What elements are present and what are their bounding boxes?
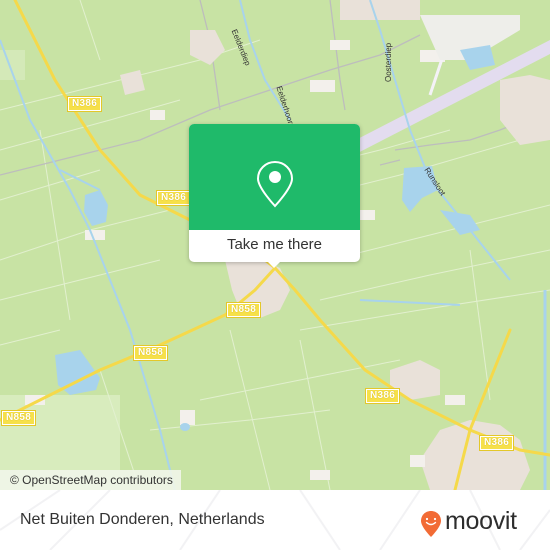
moovit-pin-icon [421, 511, 441, 537]
map-pin-icon [256, 160, 294, 208]
road-label-n858: N858 [225, 302, 262, 318]
moovit-logo[interactable]: moovit [420, 507, 535, 537]
road-label-n386: N386 [155, 190, 192, 206]
road-label-n858: N858 [0, 410, 37, 426]
road-label-n386: N386 [66, 96, 103, 112]
popup-pointer [266, 260, 282, 268]
popup-header [189, 124, 360, 230]
moovit-wordmark: moovit [445, 507, 517, 535]
place-name: Net Buiten Donderen, Netherlands [20, 511, 265, 528]
take-me-there-button[interactable]: Take me there [189, 230, 360, 262]
road-label-n386: N386 [478, 435, 515, 451]
road-label-n858: N858 [132, 345, 169, 361]
location-popup: Take me there [189, 124, 360, 268]
water-label-oosterdiep: Oosterdiep [384, 42, 393, 82]
map-attribution[interactable]: © OpenStreetMap contributors [0, 470, 181, 490]
road-label-n386: N386 [364, 388, 401, 404]
